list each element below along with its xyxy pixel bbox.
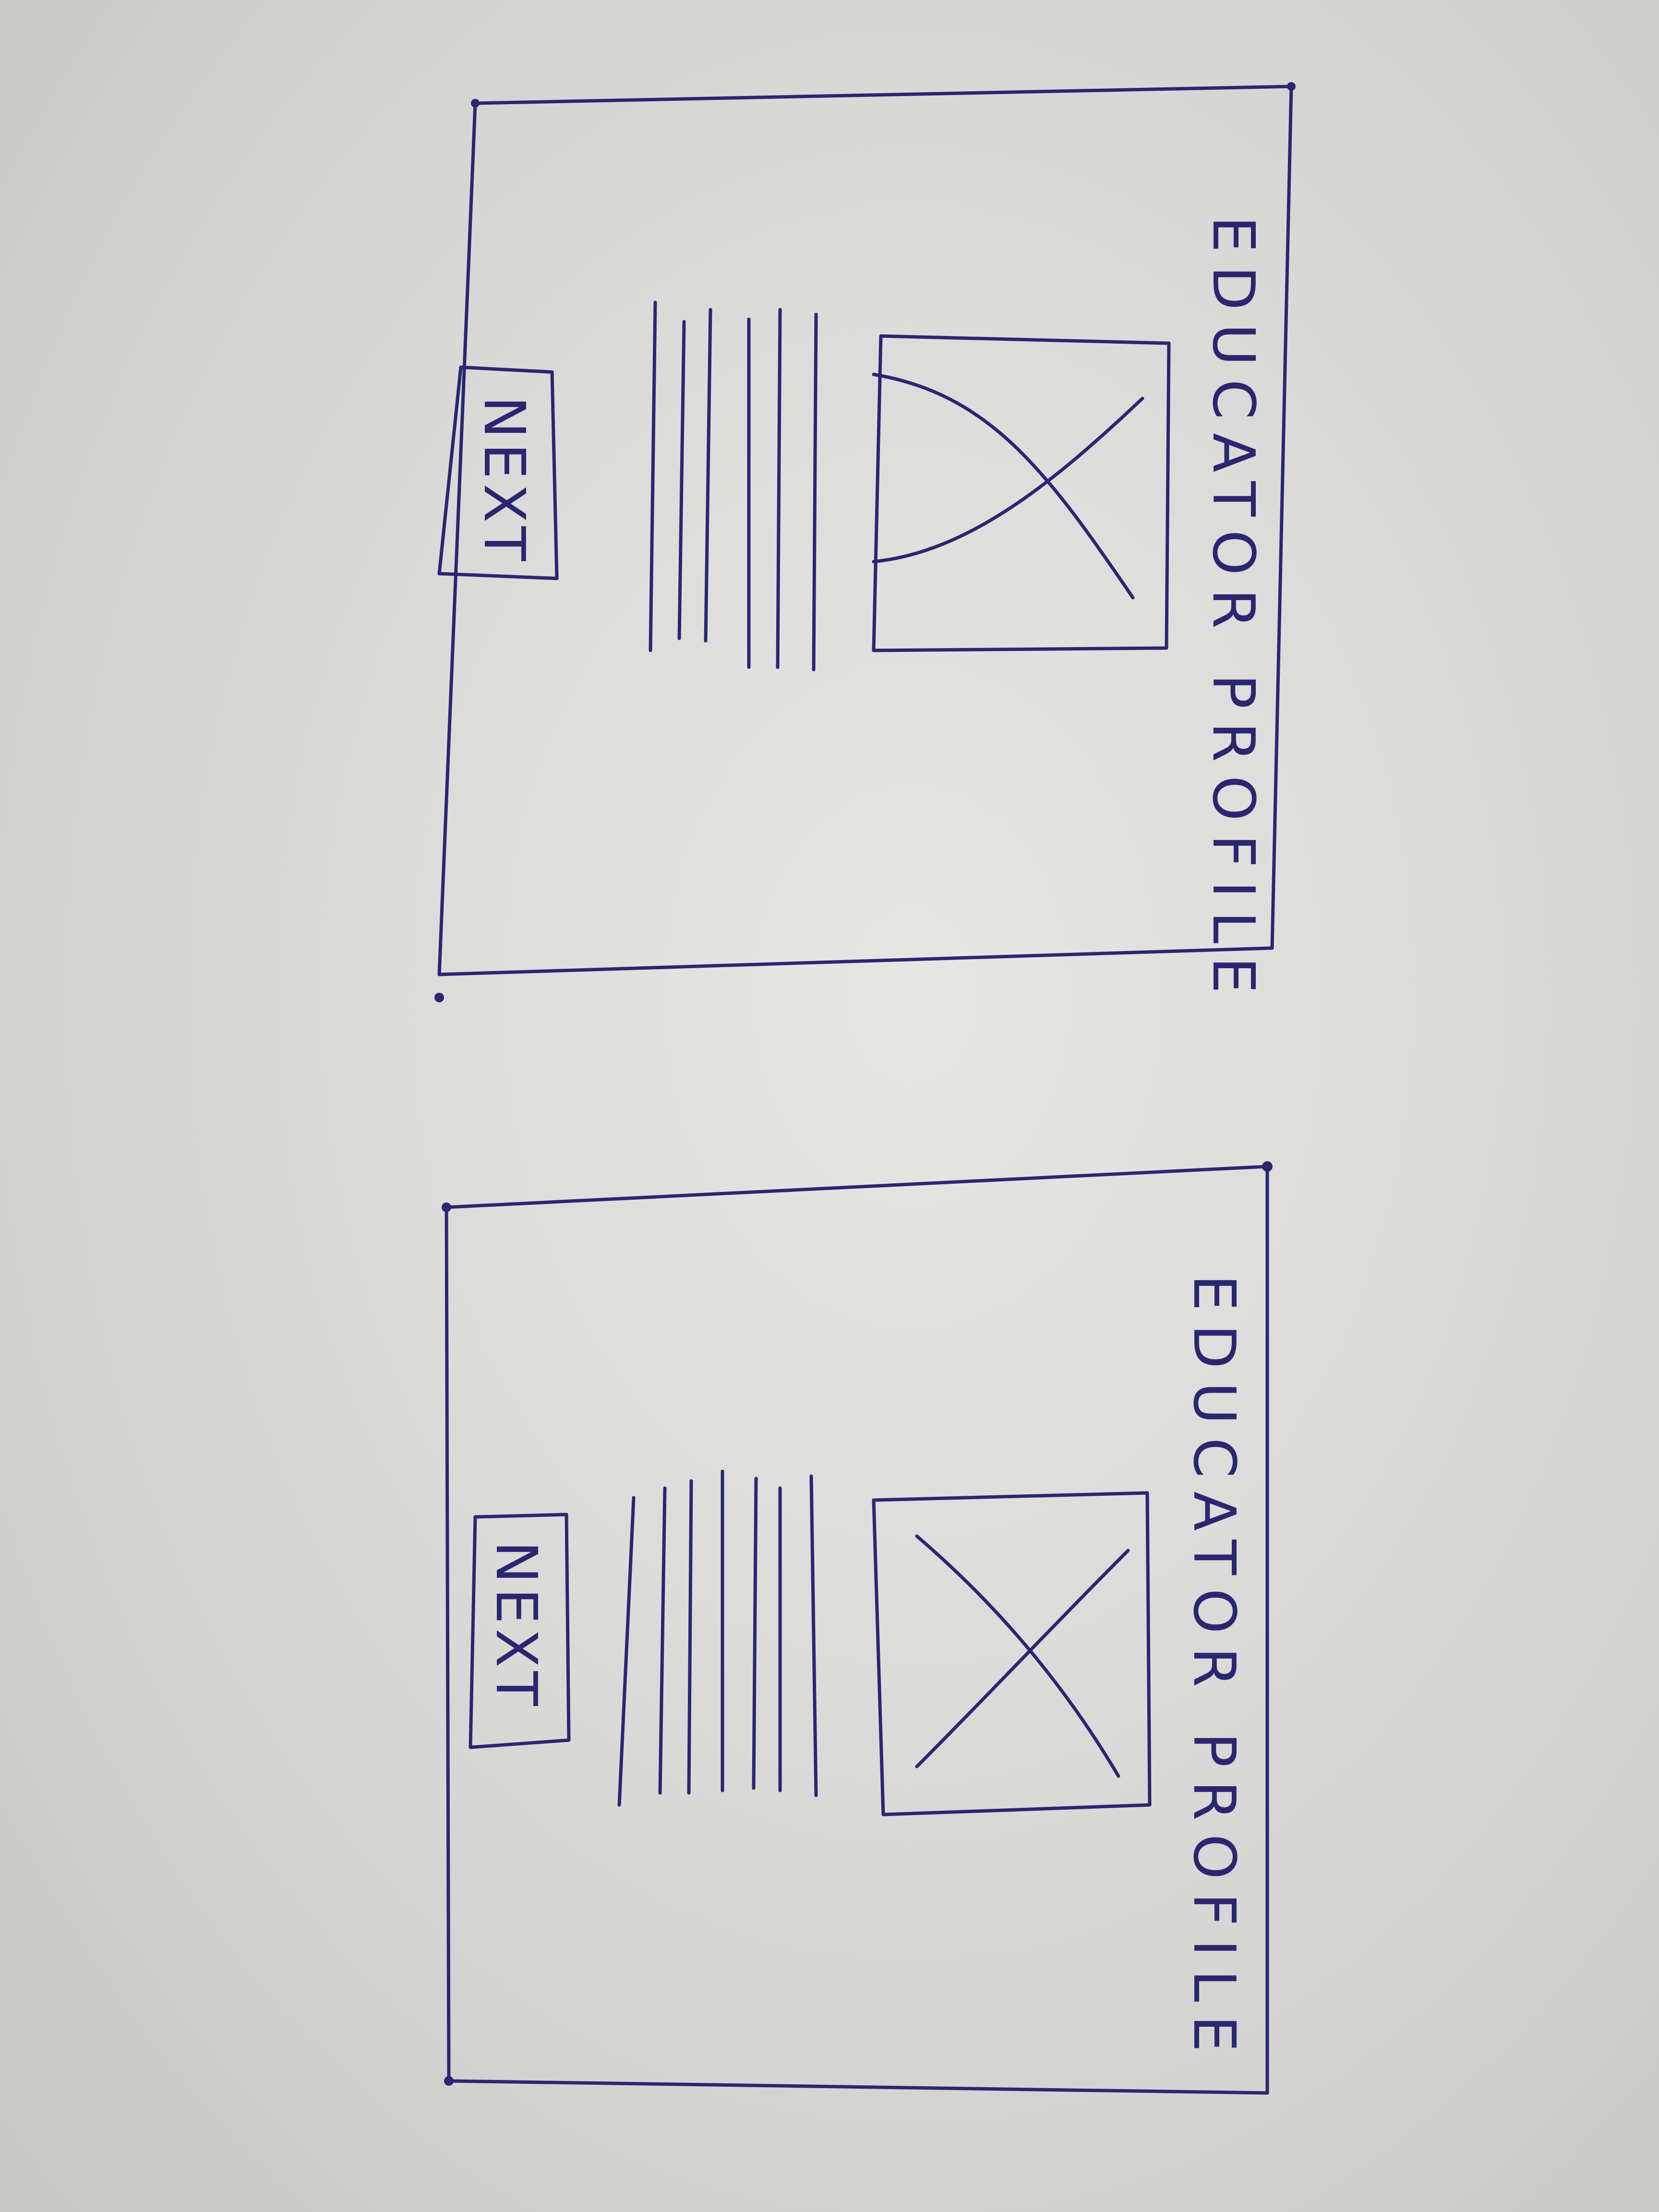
screen-2-next-button[interactable]: NEXT: [469, 1513, 571, 1749]
screen-1-title-group: EDUCATOR PROFILE: [1200, 216, 1266, 1007]
text-line: [812, 313, 818, 672]
text-line: [649, 301, 657, 652]
screen-1-next-button-label: NEXT: [471, 396, 538, 566]
text-line: [704, 308, 712, 643]
wireframe-sketch: EDUCATOR PROFILE NEXT EDUCATOR PROFILE N…: [434, 82, 1296, 2095]
pen-dots: [434, 82, 1296, 2086]
screen-2-text-lines: [617, 1469, 818, 1807]
screen-1-image-placeholder: [872, 334, 1171, 652]
text-line: [776, 308, 782, 669]
screen-2-image-placeholder: [872, 1491, 1152, 1816]
text-line: [687, 1479, 693, 1795]
text-line: [809, 1474, 818, 1797]
screen-2-title-group: EDUCATOR PROFILE: [1180, 1274, 1247, 2065]
text-line: [617, 1496, 636, 1807]
screen-2-frame: [445, 1165, 1269, 2095]
screen-1-frame: [437, 84, 1293, 976]
text-line: [658, 1486, 667, 1795]
screen-1-title: EDUCATOR PROFILE: [1200, 216, 1266, 1007]
screen-2: EDUCATOR PROFILE NEXT: [445, 1165, 1269, 2095]
screen-2-next-button-label: NEXT: [483, 1541, 550, 1711]
text-line: [752, 1477, 758, 1790]
screen-1: EDUCATOR PROFILE NEXT: [437, 84, 1293, 1007]
screen-2-title: EDUCATOR PROFILE: [1180, 1274, 1247, 2065]
screen-1-text-lines: [649, 301, 818, 672]
text-line: [677, 320, 686, 640]
